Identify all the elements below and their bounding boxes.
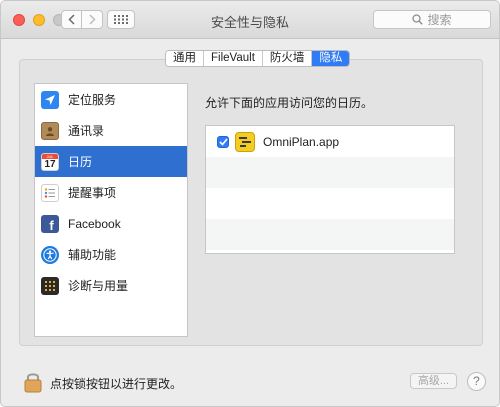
category-label: 通讯录: [68, 124, 105, 138]
calendar-day: 17: [44, 158, 56, 170]
category-item-reminders[interactable]: 提醒事项: [35, 177, 187, 208]
tab-general[interactable]: 通用: [166, 51, 204, 66]
category-label: 定位服务: [68, 93, 117, 107]
app-access-checkbox[interactable]: [217, 135, 229, 148]
lock-hint-text: 点按锁按钮以进行更改。: [50, 377, 183, 391]
location-arrow-icon: [41, 90, 59, 109]
category-label: Facebook: [68, 216, 121, 231]
search-icon: [412, 14, 424, 25]
empty-row: [206, 157, 454, 188]
checkmark-icon: [218, 137, 228, 146]
tab-firewall[interactable]: 防火墙: [262, 51, 313, 66]
app-access-list: OmniPlan.app: [205, 125, 455, 254]
facebook-icon: f: [41, 214, 59, 233]
help-button[interactable]: ?: [467, 372, 486, 391]
lock-icon: [24, 373, 42, 393]
empty-row: [206, 188, 454, 219]
category-label: 诊断与用量: [68, 279, 129, 293]
empty-row: [206, 219, 454, 250]
tab-privacy[interactable]: 隐私: [312, 51, 350, 66]
advanced-button[interactable]: 高级...: [410, 373, 457, 389]
search-field[interactable]: 搜索: [373, 10, 491, 29]
omniplan-app-icon: [235, 131, 255, 152]
calendar-icon: JUL 17: [41, 152, 59, 171]
privacy-category-list: 定位服务 通讯录 JUL 17 日历 提醒事项 f Facebook 辅助功能 …: [34, 83, 188, 337]
lock-button[interactable]: [23, 371, 43, 396]
preferences-window: 安全性与隐私 搜索 通用 FileVault 防火墙 隐私 定位服务 通讯录 J…: [0, 0, 500, 407]
reminders-icon: [41, 183, 59, 202]
accessibility-icon: [41, 245, 59, 264]
search-placeholder: 搜索: [427, 13, 452, 27]
category-label: 提醒事项: [68, 186, 117, 200]
title-bar: 安全性与隐私 搜索: [1, 1, 499, 39]
contacts-book-icon: [41, 121, 59, 140]
category-item-diagnostics[interactable]: 诊断与用量: [35, 270, 187, 301]
app-name: OmniPlan.app: [263, 134, 340, 149]
category-item-contacts[interactable]: 通讯录: [35, 115, 187, 146]
category-label: 日历: [68, 155, 93, 169]
app-row[interactable]: OmniPlan.app: [206, 126, 454, 157]
category-item-accessibility[interactable]: 辅助功能: [35, 239, 187, 270]
diagnostics-icon: [41, 276, 59, 295]
calendar-access-description: 允许下面的应用访问您的日历。: [205, 96, 374, 110]
category-item-facebook[interactable]: f Facebook: [35, 208, 187, 239]
tab-bar: 通用 FileVault 防火墙 隐私: [165, 50, 351, 67]
tab-filevault[interactable]: FileVault: [204, 51, 263, 66]
category-label: 辅助功能: [68, 248, 117, 262]
category-item-location-services[interactable]: 定位服务: [35, 84, 187, 115]
category-item-calendar[interactable]: JUL 17 日历: [35, 146, 187, 177]
